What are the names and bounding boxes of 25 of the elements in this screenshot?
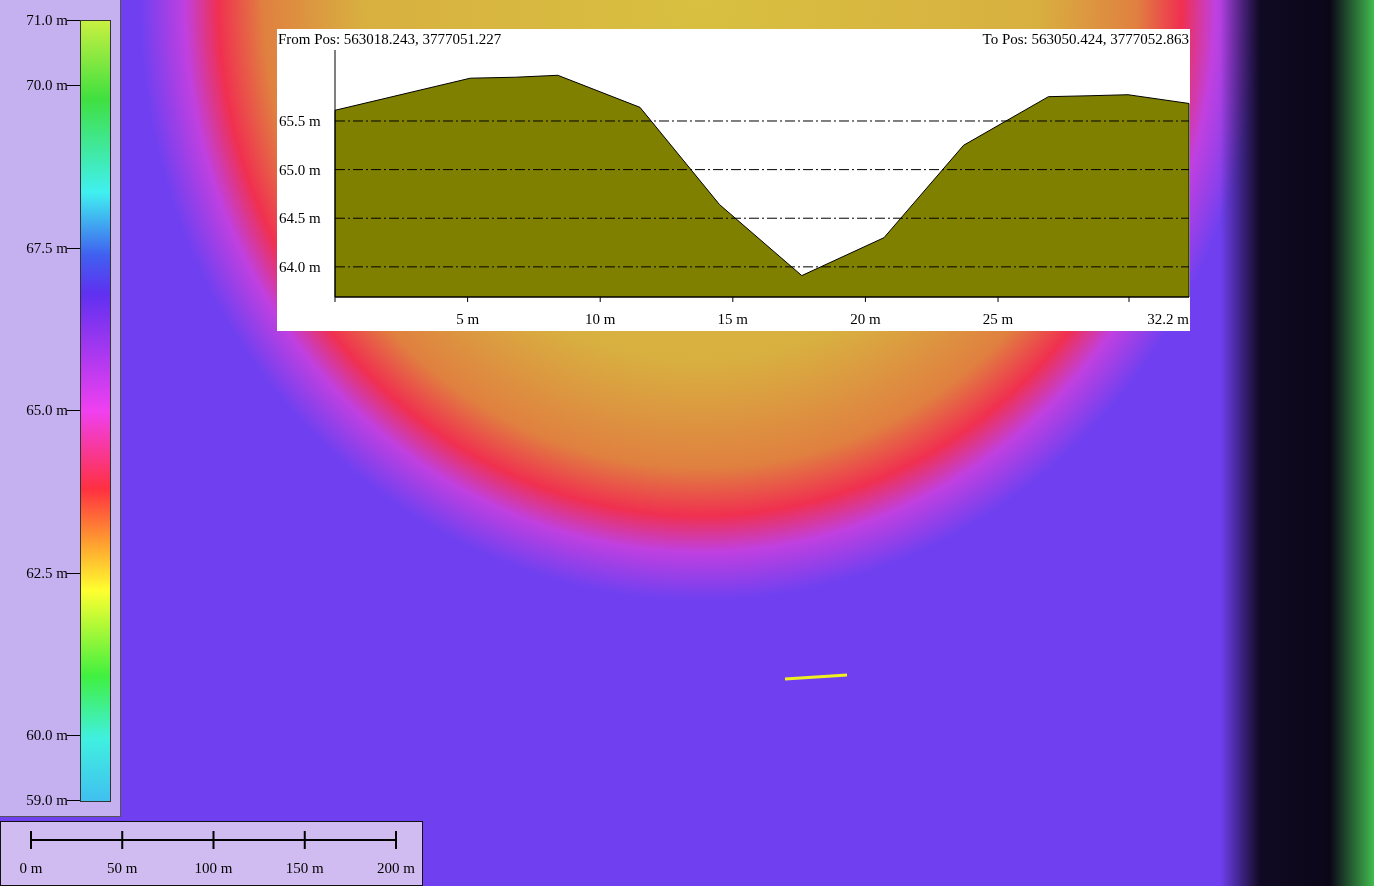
legend-label: 65.0 m <box>26 402 68 418</box>
to-position-label: To Pos: 563050.424, 3777052.863 <box>982 31 1189 48</box>
legend-label: 59.0 m <box>26 792 68 808</box>
legend-label: 71.0 m <box>26 12 68 28</box>
legend-label: 62.5 m <box>26 564 68 581</box>
from-position-label: From Pos: 563018.243, 3777051.227 <box>278 31 502 48</box>
scale-label: 200 m <box>377 860 415 877</box>
y-axis-label: 65.5 m <box>279 113 321 129</box>
x-axis-label: 15 m <box>717 311 749 327</box>
x-axis-label: 32.2 m <box>1147 311 1189 327</box>
y-axis-label: 64.5 m <box>279 210 321 227</box>
profile-line <box>784 673 848 681</box>
scale-label: 100 m <box>194 860 233 877</box>
scale-label: 50 m <box>107 860 138 877</box>
x-axis-label: 20 m <box>850 311 881 327</box>
scale-label: 0 m <box>19 860 43 877</box>
legend-label: 67.5 m <box>26 239 68 256</box>
scale-label: 150 m <box>285 860 324 877</box>
x-axis-label: 10 m <box>585 311 616 327</box>
legend-label: 60.0 m <box>26 727 68 743</box>
x-axis-label: 25 m <box>982 311 1014 327</box>
legend-label: 70.0 m <box>26 77 68 93</box>
y-axis-label: 64.0 m <box>279 258 321 275</box>
y-axis-label: 65.0 m <box>279 161 321 178</box>
x-axis-label: 5 m <box>456 311 480 327</box>
